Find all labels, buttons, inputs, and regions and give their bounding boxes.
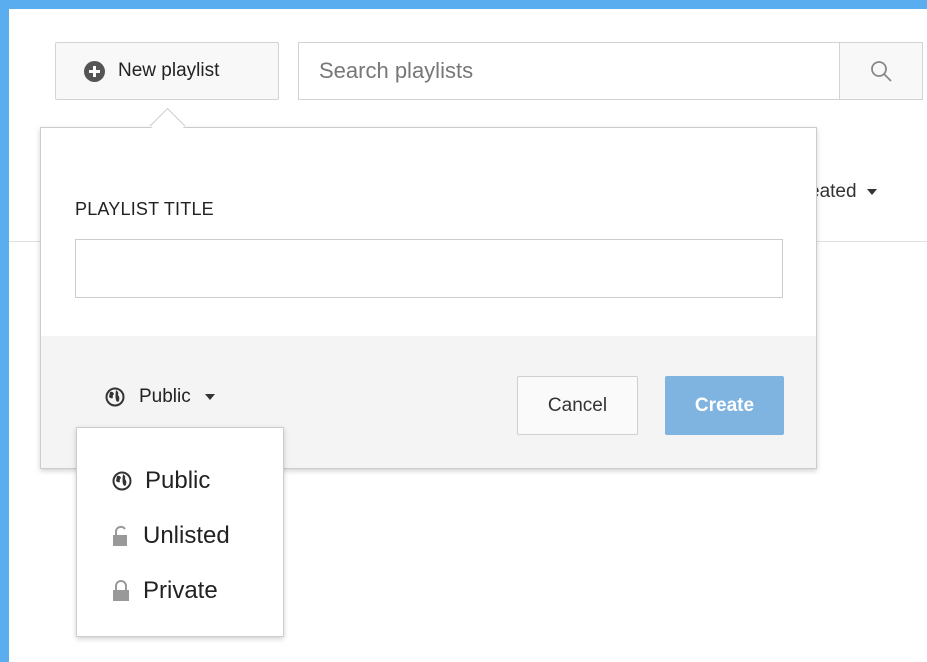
privacy-selector[interactable]: Public xyxy=(105,386,215,408)
search-icon xyxy=(871,61,892,82)
privacy-option-label: Unlisted xyxy=(143,522,230,549)
globe-icon xyxy=(105,387,125,407)
playlist-title-input[interactable] xyxy=(75,239,783,298)
privacy-selected-label: Public xyxy=(139,386,191,407)
search-input[interactable] xyxy=(299,43,839,99)
unlocked-icon xyxy=(113,525,127,546)
caret-down-icon xyxy=(866,189,877,195)
create-button[interactable]: Create xyxy=(665,376,784,435)
cancel-button[interactable]: Cancel xyxy=(517,376,638,435)
new-playlist-button[interactable]: New playlist xyxy=(55,42,279,100)
lock-icon xyxy=(113,580,129,601)
playlist-page: New playlist eated PLAYLIST TITLE Public xyxy=(9,9,927,662)
playlist-title-label: PLAYLIST TITLE xyxy=(75,199,214,219)
sort-dropdown[interactable]: eated xyxy=(809,181,877,203)
new-playlist-label: New playlist xyxy=(118,60,220,81)
privacy-menu: Public Unlisted Private xyxy=(76,427,284,637)
popover-arrow xyxy=(149,107,186,144)
privacy-option-public[interactable]: Public xyxy=(112,467,210,495)
new-playlist-dialog: PLAYLIST TITLE Public Cancel Create xyxy=(40,107,817,469)
search-button[interactable] xyxy=(839,43,922,99)
search-box xyxy=(298,42,923,100)
privacy-option-unlisted[interactable]: Unlisted xyxy=(112,522,230,550)
add-circle-icon xyxy=(84,60,105,82)
privacy-option-label: Private xyxy=(143,577,218,604)
caret-down-icon xyxy=(204,394,215,400)
privacy-option-label: Public xyxy=(145,467,211,494)
globe-icon xyxy=(112,471,132,491)
privacy-option-private[interactable]: Private xyxy=(112,577,218,605)
